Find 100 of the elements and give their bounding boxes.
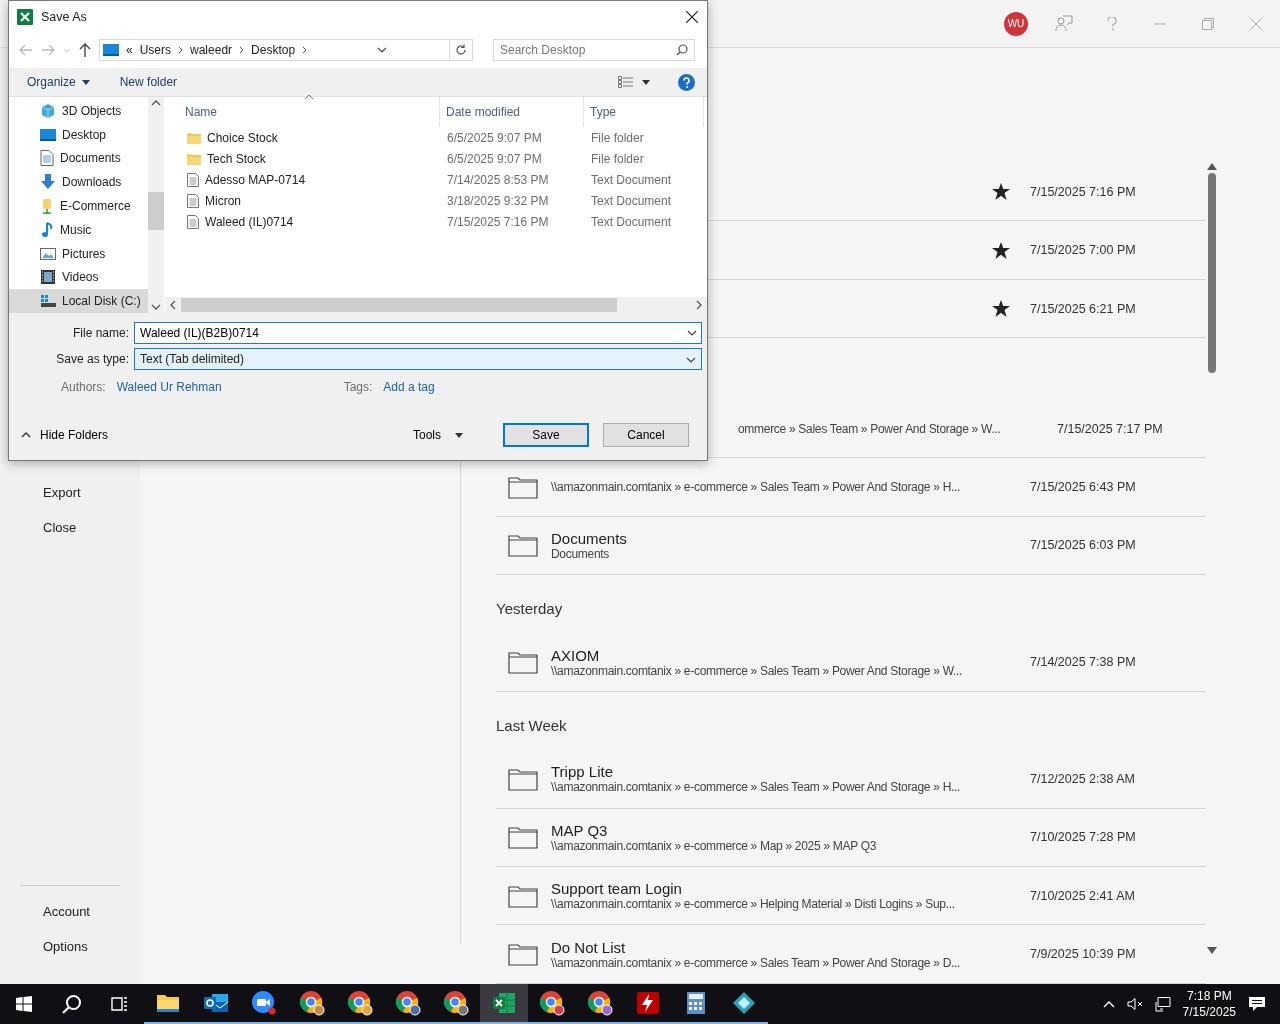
star-icon[interactable] [992, 300, 1010, 318]
field-label: Tags: [343, 380, 373, 394]
recent-item[interactable]: Support team Login \\amazonmain.comtanix » e-commerce » Helping Material » Disti Logins » Sup... 7/10/2025 2:41 AM [496, 867, 1206, 926]
help-icon[interactable] [678, 73, 695, 91]
navigation-item[interactable]: Local Disk (C:) [9, 289, 148, 314]
column-header[interactable]: Type [584, 97, 704, 127]
windows-logo-icon[interactable] [16, 996, 32, 1012]
file-type: File folder [590, 130, 644, 145]
calculator-icon[interactable] [686, 991, 706, 1015]
address-bar[interactable]: « Users waleedr Desktop [99, 39, 473, 61]
navigation-item[interactable]: E-Commerce [9, 194, 148, 218]
scrollbar-thumb[interactable] [148, 192, 164, 230]
recent-item[interactable]: Documents Documents 7/15/2025 6:03 PM [496, 516, 1206, 576]
caret-down-icon[interactable] [686, 357, 696, 363]
navigation-item[interactable]: Documents [9, 146, 148, 171]
save-button[interactable]: Save [503, 423, 589, 447]
file-name[interactable]: Waleed (IL)0714 [205, 214, 294, 229]
person-chat-icon[interactable] [1055, 14, 1073, 33]
navigation-item[interactable]: Music [9, 217, 148, 242]
mail-icon[interactable] [203, 991, 229, 1015]
item-date: 7/10/2025 2:41 AM [1030, 888, 1135, 903]
browser-icon[interactable] [539, 990, 565, 1016]
navigation-item[interactable]: Videos [9, 265, 148, 290]
video-camera-icon[interactable] [251, 990, 277, 1016]
backstage-menu-item[interactable]: Account [0, 894, 140, 929]
caret-down-icon[interactable] [687, 330, 697, 336]
item-name: Tripp Lite [551, 763, 614, 781]
up-button[interactable] [79, 43, 91, 57]
navigation-item[interactable]: 3D Objects [9, 99, 148, 123]
browser-icon[interactable] [347, 990, 373, 1016]
column-header[interactable]: Date modified [440, 97, 584, 127]
recent-item[interactable]: AXIOM \\amazonmain.comtanix » e-commerce » Sales Team » Power And Storage » W... 7/14/2025 7:38 PM [496, 633, 1206, 692]
new-folder-button[interactable]: New folder [119, 75, 178, 89]
browser-icon[interactable] [587, 990, 613, 1016]
clock[interactable]: 7:18 PM 7/15/2025 [1182, 988, 1236, 1020]
scrollbar-thumb[interactable] [1208, 173, 1216, 373]
browser-icon[interactable] [299, 990, 325, 1016]
dialog-title: Save As [41, 9, 87, 24]
add-tag-link[interactable]: Add a tag [383, 380, 435, 394]
navigation-item[interactable]: Desktop [9, 122, 148, 147]
lightning-icon[interactable] [636, 991, 660, 1015]
refresh-icon[interactable] [455, 44, 467, 56]
chevron-right-icon[interactable] [239, 46, 245, 54]
cancel-button[interactable]: Cancel [603, 423, 689, 447]
notification-icon[interactable] [1248, 996, 1266, 1012]
file-name-field[interactable]: Waleed (IL)(B2B)0714 [134, 322, 702, 344]
navigation-item[interactable]: Pictures [9, 241, 148, 266]
diamond-icon[interactable] [731, 990, 757, 1016]
item-date: 7/15/2025 7:00 PM [1030, 243, 1136, 258]
muted-speaker-icon[interactable] [1126, 997, 1143, 1011]
column-header[interactable]: Name [165, 97, 440, 127]
file-name[interactable]: Choice Stock [207, 130, 278, 145]
backstage-menu-item[interactable]: Export [0, 475, 140, 510]
caret-down-icon[interactable] [376, 47, 387, 53]
file-name[interactable]: Adesso MAP-0714 [205, 172, 306, 187]
file-name[interactable]: Tech Stock [207, 151, 266, 166]
folder-icon [187, 151, 201, 166]
item-name: AXIOM [551, 646, 601, 664]
recent-item[interactable]: Tripp Lite \\amazonmain.comtanix » e-commerce » Sales Team » Power And Storage » H... 7/12/2025 2:38 AM [496, 750, 1206, 809]
tools-menu[interactable]: Tools [407, 427, 469, 443]
task-view-icon[interactable] [111, 996, 129, 1012]
folder-icon [508, 533, 538, 558]
navigation-item[interactable]: Downloads [9, 170, 148, 195]
close-icon[interactable] [686, 10, 698, 23]
browser-icon[interactable] [395, 990, 421, 1016]
user-avatar[interactable]: WU [1004, 11, 1028, 36]
star-icon[interactable] [992, 183, 1010, 201]
music-note-icon [40, 221, 54, 238]
backstage-menu-item[interactable]: Options [0, 929, 140, 964]
author-link[interactable]: Waleed Ur Rehman [116, 380, 222, 394]
organize-menu[interactable]: Organize [27, 75, 90, 89]
view-options-icon[interactable] [618, 76, 650, 88]
recent-item[interactable]: MAP Q3 \\amazonmain.comtanix » e-commerce » Map » 2025 » MAP Q3 7/10/2025 7:28 PM [496, 808, 1206, 867]
recent-item[interactable]: Do Not List \\amazonmain.comtanix » e-commerce » Sales Team » Power And Storage » D... 7/9/2025 10:39 PM [496, 925, 1206, 984]
hide-folders-button[interactable]: Hide Folders [21, 428, 109, 442]
star-icon[interactable] [992, 241, 1010, 259]
caret-down-icon[interactable] [455, 432, 463, 438]
breadcrumb[interactable]: Users [139, 43, 172, 57]
scrollbar-thumb[interactable] [181, 298, 617, 312]
overflow-chevron[interactable]: « [126, 43, 133, 57]
chevron-right-icon[interactable] [178, 46, 184, 54]
file-type-dropdown[interactable]: Text (Tab delimited) [134, 348, 702, 370]
scroll-right-icon[interactable] [695, 300, 703, 310]
chevron-right-icon[interactable] [302, 46, 308, 54]
network-icon[interactable] [1154, 996, 1171, 1012]
spreadsheet-icon[interactable] [492, 992, 516, 1014]
search-field[interactable]: Search Desktop [493, 39, 695, 61]
backstage-menu-item[interactable]: Close [0, 510, 140, 545]
breadcrumb[interactable]: waleedr [190, 43, 233, 57]
group-heading: Yesterday [496, 600, 563, 618]
scroll-down-icon[interactable] [1207, 947, 1217, 954]
scroll-up-icon[interactable] [1207, 163, 1217, 170]
search-icon[interactable] [62, 994, 82, 1014]
folder-icon[interactable] [156, 992, 180, 1014]
scroll-left-icon[interactable] [169, 300, 177, 310]
file-name[interactable]: Micron [205, 193, 241, 208]
breadcrumb[interactable]: Desktop [251, 43, 296, 57]
caret-down-icon[interactable] [81, 79, 90, 85]
browser-icon[interactable] [443, 990, 469, 1016]
chevron-up-icon[interactable] [21, 432, 31, 438]
